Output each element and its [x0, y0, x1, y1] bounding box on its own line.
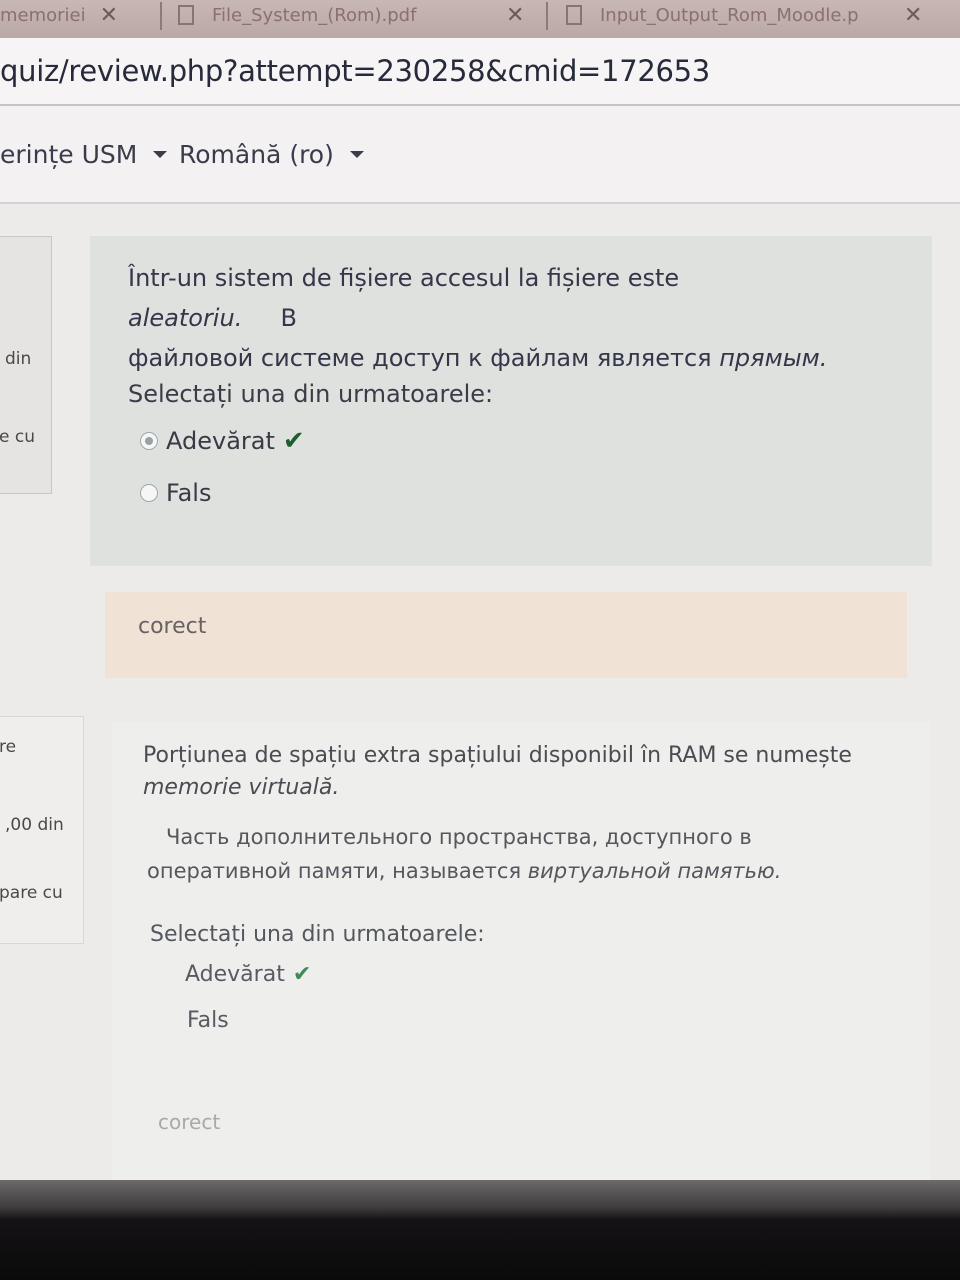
question-1-option-true[interactable]: Adevărat ✔ [140, 426, 305, 456]
quiz-review-content: din e cu Într-un sistem de fișiere acces… [0, 204, 960, 1180]
tab-separator [546, 2, 548, 30]
question-2-option-false[interactable]: Fals [187, 1008, 229, 1033]
info-status-text: re [0, 737, 17, 757]
tab-input-output[interactable]: Input_Output_Rom_Moodle.p ✕ [566, 0, 960, 30]
check-icon: ✔ [282, 426, 305, 456]
tab-close-icon[interactable]: ✕ [506, 3, 524, 28]
question-1-text-ru-em: прямым. [719, 344, 828, 372]
question-2-prompt: Selectați una din urmatoarele: [150, 922, 485, 947]
nav-menu-usm[interactable]: erințe USM [0, 140, 168, 169]
language-label: Română (ro) [179, 140, 334, 169]
tab-file-system[interactable]: File_System_(Rom).pdf ✕ [178, 0, 533, 30]
option-label: Adevărat [166, 427, 275, 455]
question-2-text-ru-line2: оперативной памяти, называется виртуальн… [147, 854, 781, 888]
question-1-text-ro: Într-un sistem de fișiere accesul la fiș… [128, 264, 680, 292]
question-1-prompt: Selectați una din urmatoarele: [128, 380, 494, 408]
question-1-text: Într-un sistem de fișiere accesul la fiș… [128, 258, 828, 378]
tab-close-icon[interactable]: ✕ [100, 3, 118, 28]
tab-label: Input_Output_Rom_Moodle.p [600, 4, 859, 26]
question-2-text-ro: Porțiunea de spațiu extra spațiului disp… [143, 743, 852, 768]
question-1-panel: Într-un sistem de fișiere accesul la fiș… [90, 236, 932, 566]
document-icon [566, 5, 582, 25]
question-1-option-false[interactable]: Fals [140, 479, 211, 507]
feedback-text: corect [158, 1110, 221, 1134]
question-2-option-true[interactable]: Adevărat ✔ [185, 962, 311, 987]
site-navbar: erințe USM Română (ro) [0, 106, 960, 204]
radio-selected-icon[interactable] [140, 432, 158, 450]
info-flag-text: pare cu [0, 883, 63, 903]
feedback-text: corect [138, 614, 207, 639]
info-grade-text: ,00 din [5, 815, 64, 835]
language-menu[interactable]: Română (ro) [179, 140, 364, 169]
question-2-text-ru-em: виртуальной памятью. [527, 859, 782, 883]
question-2-panel: Porțiunea de spațiu extra spațiului disp… [112, 722, 930, 1180]
question-1-text-ru: файловой системе доступ к файлам являетс… [128, 344, 720, 372]
question-1-feedback: corect [105, 592, 907, 678]
monitor-bezel [0, 1180, 960, 1280]
question-2-text-ro-em: memorie virtuală. [143, 775, 340, 800]
question-2-text-ru: Часть дополнительного пространства, дост… [166, 825, 752, 849]
tab-memoriei[interactable]: memoriei ✕ [0, 0, 150, 30]
check-icon: ✔ [292, 962, 312, 987]
chevron-down-icon [349, 151, 364, 158]
nav-menu-label: erințe USM [0, 140, 138, 169]
option-label: Fals [166, 479, 212, 507]
document-icon [178, 5, 194, 25]
question-1-text-ru-lead: В [280, 304, 297, 332]
tab-label: File_System_(Rom).pdf [212, 4, 417, 26]
chevron-down-icon [153, 151, 168, 158]
tab-separator [160, 2, 162, 30]
radio-icon[interactable] [140, 484, 158, 502]
option-label: Adevărat [185, 962, 285, 987]
tab-close-icon[interactable]: ✕ [904, 3, 922, 28]
question-2-text-ru2: оперативной памяти, называется [147, 859, 528, 883]
question-info-box: din e cu [0, 236, 52, 494]
question-1-text-ro-em: aleatoriu. [128, 304, 243, 332]
question-info-box: re ,00 din pare cu [0, 716, 84, 944]
tab-label: memoriei [0, 4, 86, 26]
url-text[interactable]: quiz/review.php?attempt=230258&cmid=1726… [0, 54, 710, 88]
info-grade-text: din [5, 349, 32, 369]
option-label: Fals [187, 1008, 229, 1033]
address-bar[interactable]: quiz/review.php?attempt=230258&cmid=1726… [0, 38, 960, 106]
info-flag-text: e cu [0, 427, 35, 447]
browser-tab-strip: memoriei ✕ File_System_(Rom).pdf ✕ Input… [0, 0, 960, 39]
